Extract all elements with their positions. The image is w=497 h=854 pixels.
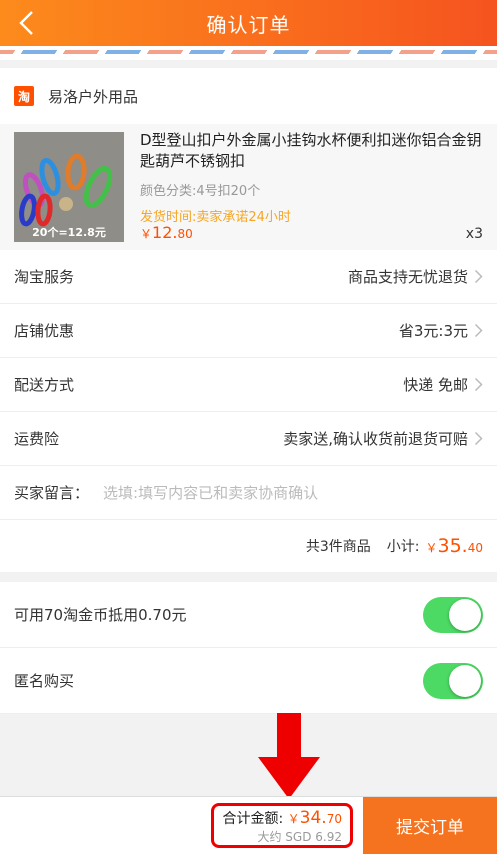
thumbnail-caption: 20个=12.8元 (32, 226, 106, 239)
page-title: 确认订单 (206, 12, 291, 37)
item-count: 共3件商品 (305, 539, 371, 555)
product-price: ￥12.80 (140, 223, 193, 242)
row-label: 店铺优惠 (14, 322, 75, 340)
product-quantity: x3 (465, 226, 483, 242)
subtotal-label: 小计: (386, 539, 420, 555)
coins-toggle[interactable] (423, 596, 483, 633)
row-value: 卖家送,确认收货前退货可赔 (283, 430, 468, 448)
product-title: D型登山扣户外金属小挂钩水杯便利扣迷你铝合金钥匙葫芦不锈钢扣 (140, 131, 482, 170)
chevron-right-icon (474, 377, 483, 392)
buyer-message-input[interactable]: 选填:填写内容已和卖家协商确认 (103, 482, 483, 503)
shipping-insurance-row[interactable]: 运费险 卖家送,确认收货前退货可赔 (0, 412, 497, 466)
submit-order-button[interactable]: 提交订单 (363, 797, 497, 854)
row-label: 配送方式 (14, 376, 75, 394)
shop-header[interactable]: 淘 易洛户外用品 (0, 68, 497, 124)
shop-discount-row[interactable]: 店铺优惠 省3元:3元 (0, 304, 497, 358)
airmail-border (0, 46, 497, 60)
row-label: 淘宝服务 (14, 268, 75, 286)
product-variant: 颜色分类:4号扣20个 (140, 184, 261, 199)
order-total: 合计金额: ￥34.70 (222, 808, 342, 828)
anonymous-label: 匿名购买 (14, 672, 75, 690)
checkout-bar: 合计金额: ￥34.70 大约 SGD 6.92 提交订单 (0, 796, 497, 854)
buyer-message-row: 买家留言： 选填:填写内容已和卖家协商确认 (0, 466, 497, 520)
taobao-service-row[interactable]: 淘宝服务 商品支持无忧退货 (0, 250, 497, 304)
anonymous-toggle[interactable] (423, 662, 483, 699)
coins-label: 可用70淘金币抵用0.70元 (14, 606, 187, 624)
total-highlight-box: 合计金额: ￥34.70 大约 SGD 6.92 (211, 803, 353, 848)
red-down-arrow-icon (258, 713, 320, 799)
approx-total: 大约 SGD 6.92 (257, 830, 342, 844)
taobao-shop-icon: 淘 (14, 86, 34, 106)
taobao-coins-row: 可用70淘金币抵用0.70元 (0, 582, 497, 648)
subtotal-row: 共3件商品 小计: ￥35.40 (0, 520, 497, 572)
row-label: 买家留言： (14, 484, 90, 502)
product-thumbnail: 20个=12.8元 (14, 132, 124, 242)
chevron-right-icon (474, 269, 483, 284)
anonymous-purchase-row: 匿名购买 (0, 648, 497, 714)
delivery-method-row[interactable]: 配送方式 快递 免邮 (0, 358, 497, 412)
header-bar: 确认订单 (0, 0, 497, 46)
row-value: 快递 免邮 (403, 376, 468, 394)
chevron-right-icon (474, 323, 483, 338)
back-button[interactable] (12, 8, 42, 38)
row-value: 省3元:3元 (398, 322, 468, 340)
row-label: 运费险 (14, 430, 60, 448)
shop-name: 易洛户外用品 (48, 87, 139, 106)
product-item[interactable]: 20个=12.8元 D型登山扣户外金属小挂钩水杯便利扣迷你铝合金钥匙葫芦不锈钢扣… (0, 124, 497, 250)
chevron-left-icon (19, 11, 33, 35)
subtotal-price: ￥35.40 (425, 535, 483, 557)
row-value: 商品支持无忧退货 (347, 268, 468, 286)
chevron-right-icon (474, 431, 483, 446)
